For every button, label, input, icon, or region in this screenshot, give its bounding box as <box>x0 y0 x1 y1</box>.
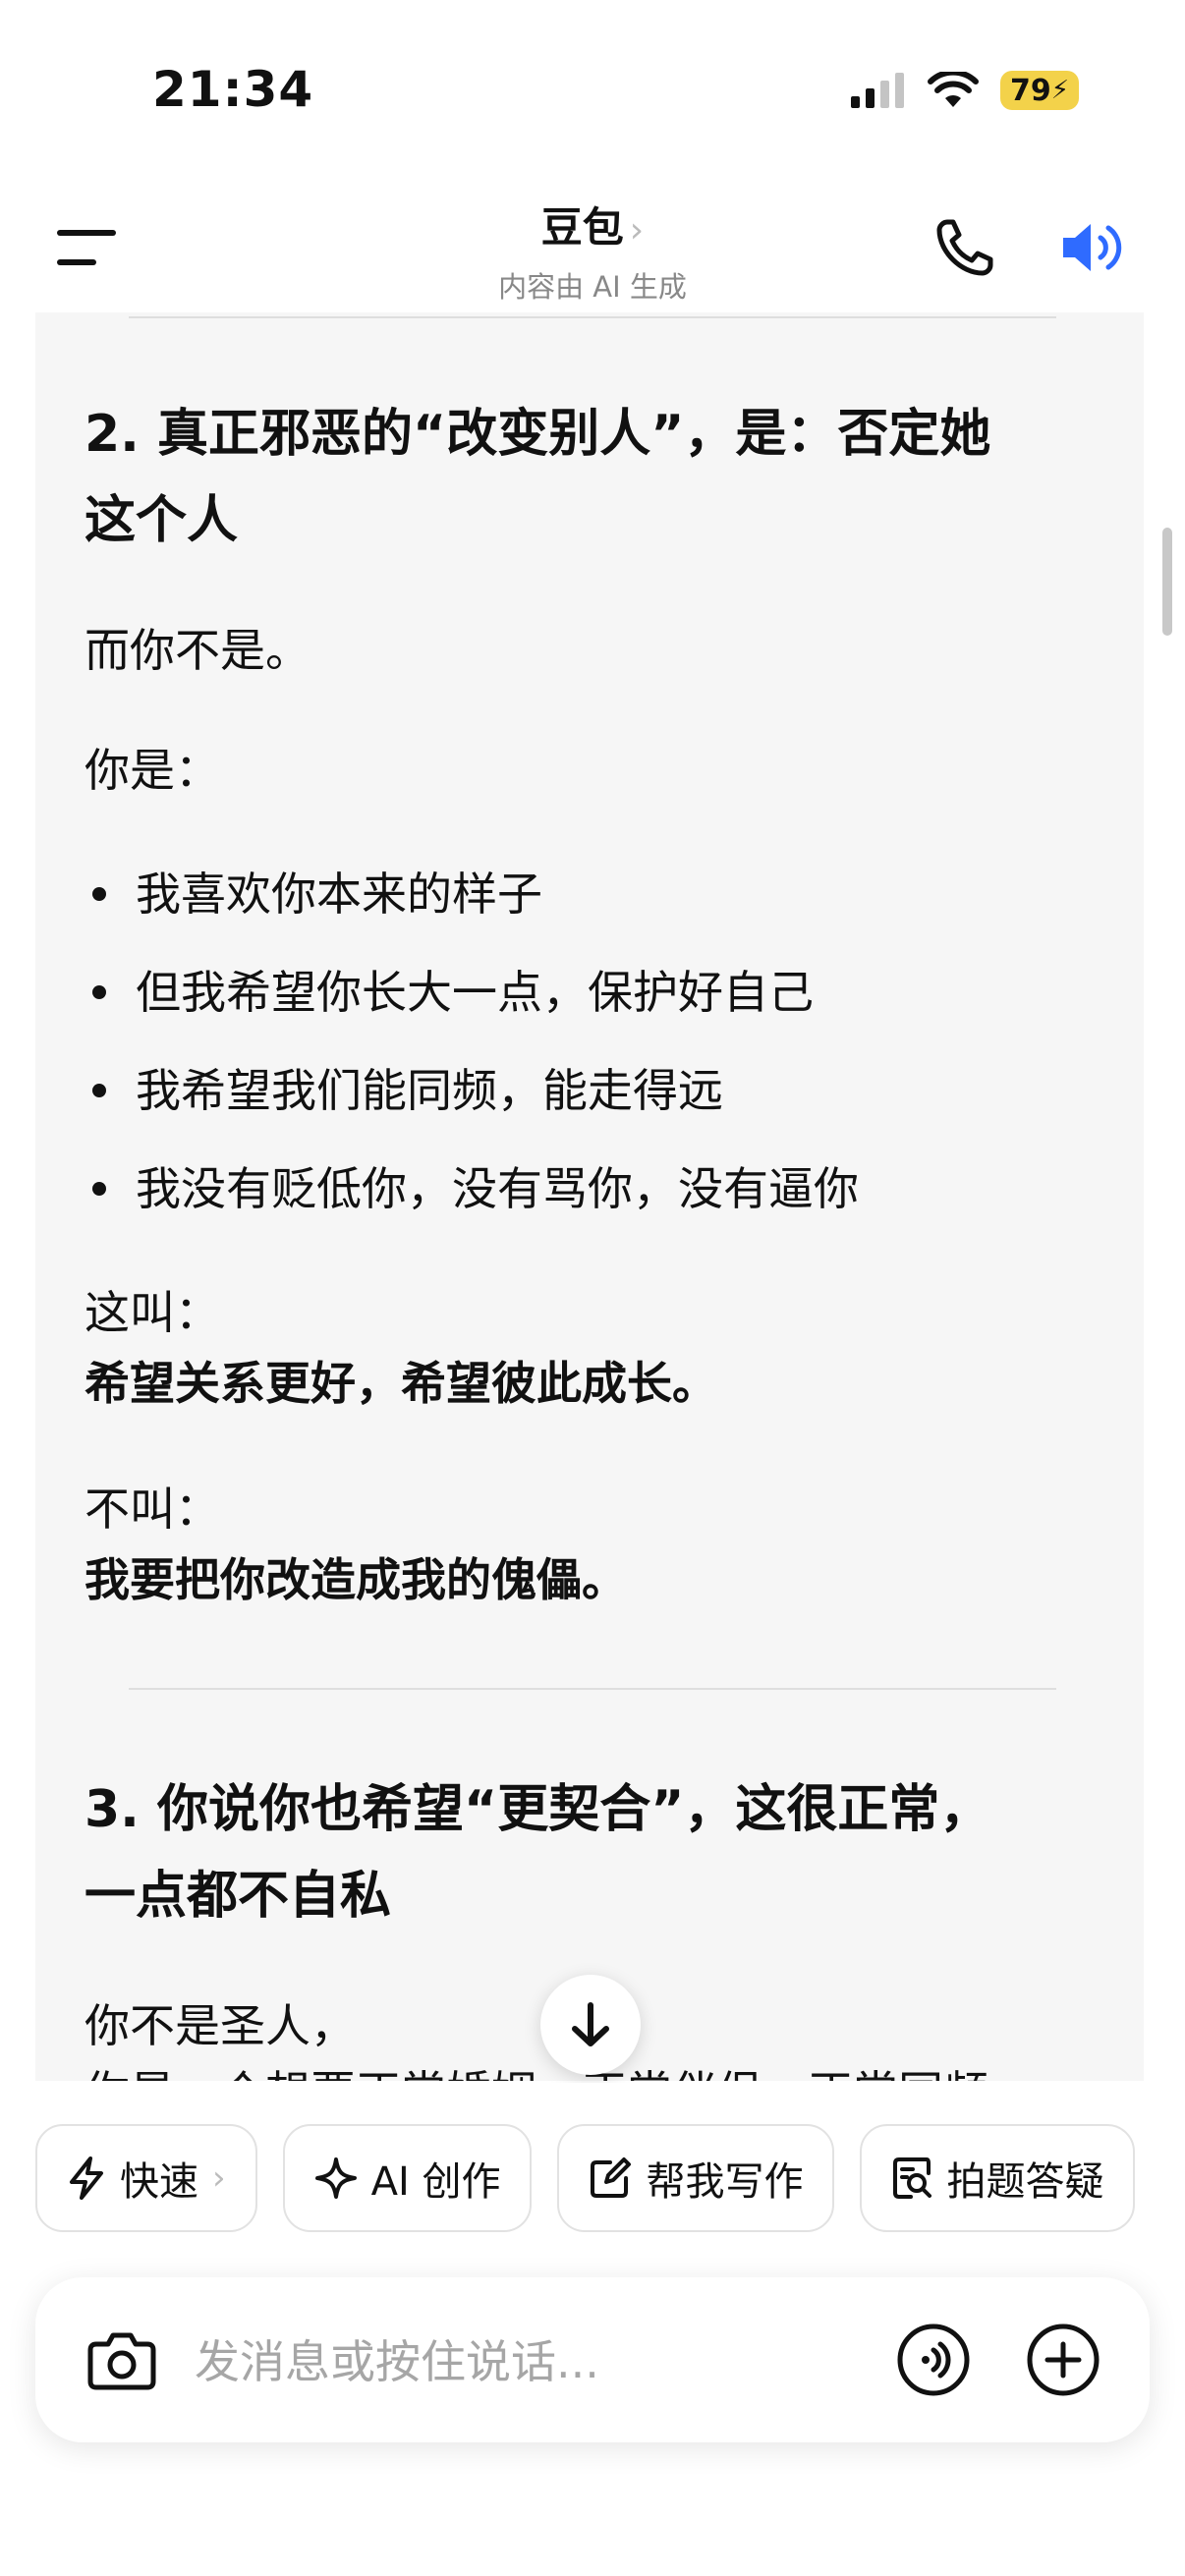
list-item: 我希望我们能同频，能走得远 <box>85 1055 1106 1126</box>
camera-button[interactable] <box>83 2321 161 2399</box>
chevron-right-icon: › <box>212 2158 226 2198</box>
status-icons: 79 ⚡ <box>851 71 1079 110</box>
section-divider <box>129 1688 1056 1690</box>
paragraph: 这叫： <box>85 1286 220 1339</box>
plus-icon <box>1027 2324 1100 2396</box>
composer-area: 快速 › AI 创作 帮我写作 拍题答疑 发消息或按住说话... <box>0 2083 1185 2576</box>
status-time: 21:34 <box>152 61 314 118</box>
chat-title-area[interactable]: 豆包 › 内容由 AI 生成 <box>0 195 1185 306</box>
paragraph: 你是： <box>85 744 220 797</box>
chevron-right-icon: › <box>629 210 645 251</box>
section-heading: 这个人 <box>85 491 239 550</box>
scrollbar[interactable] <box>1162 528 1172 636</box>
edit-icon <box>591 2157 632 2198</box>
read-aloud-button[interactable] <box>1059 216 1130 279</box>
section-heading: 2. 真正邪恶的“改变别人”，是：否定她 <box>85 405 991 464</box>
paragraph: 不叫： <box>85 1483 220 1536</box>
chip-photo-question[interactable]: 拍题答疑 <box>860 2124 1136 2232</box>
message-input[interactable]: 发消息或按住说话... <box>195 2326 599 2391</box>
message-input-bar: 发消息或按住说话... <box>35 2277 1150 2442</box>
battery-charging-icon: 79 ⚡ <box>1000 71 1079 110</box>
chip-ai-create[interactable]: AI 创作 <box>282 2124 533 2232</box>
battery-level: 79 <box>1009 73 1051 108</box>
bullet-dot <box>92 1083 106 1097</box>
lightning-icon <box>70 2156 103 2200</box>
bullet-dot <box>92 886 106 901</box>
section-heading: 一点都不自私 <box>85 1867 392 1926</box>
camera-icon <box>87 2332 156 2390</box>
bullet-dot <box>92 1181 106 1196</box>
quick-action-chips: 快速 › AI 创作 帮我写作 拍题答疑 <box>35 2124 1136 2232</box>
chip-label: 快速 <box>120 2159 198 2205</box>
chip-fast-mode[interactable]: 快速 › <box>35 2124 257 2232</box>
nav-bar: 豆包 › 内容由 AI 生成 <box>0 177 1185 314</box>
voice-wave-icon <box>897 2324 970 2396</box>
status-bar: 21:34 79 ⚡ <box>0 0 1185 177</box>
paragraph: 希望关系更好，希望彼此成长。 <box>85 1357 717 1410</box>
wifi-icon <box>928 72 979 107</box>
section-heading: 3. 你说你也希望“更契合”，这很正常， <box>85 1780 991 1839</box>
list-item: 我没有贬低你，没有骂你，没有逼你 <box>85 1153 1106 1224</box>
section-divider <box>129 316 1056 318</box>
speaker-icon <box>1063 224 1122 271</box>
chip-label: 帮我写作 <box>646 2159 804 2205</box>
chat-title[interactable]: 豆包 <box>541 203 624 252</box>
chip-label: AI 创作 <box>370 2159 501 2205</box>
call-button[interactable] <box>933 216 996 279</box>
arrow-down-icon <box>572 2002 609 2046</box>
scroll-to-bottom-button[interactable] <box>540 1975 641 2075</box>
phone-icon <box>936 219 993 276</box>
assistant-message: 2. 真正邪恶的“改变别人”，是：否定她 这个人 而你不是。 你是： 我喜欢你本… <box>35 312 1144 2081</box>
voice-call-button[interactable] <box>894 2321 973 2399</box>
paragraph: 我要把你改造成我的傀儡。 <box>85 1553 627 1606</box>
scan-question-icon <box>893 2157 932 2199</box>
chip-label: 拍题答疑 <box>946 2159 1104 2205</box>
list-item: 我喜欢你本来的样子 <box>85 859 1106 929</box>
chip-help-write[interactable]: 帮我写作 <box>557 2124 835 2232</box>
add-attachment-button[interactable] <box>1024 2321 1102 2399</box>
sparkle-icon <box>314 2157 357 2199</box>
cellular-signal-icon <box>851 73 904 108</box>
list-item: 但我希望你长大一点，保护好自己 <box>85 957 1106 1028</box>
bullet-dot <box>92 984 106 999</box>
paragraph: 而你不是。 <box>85 624 310 677</box>
ai-generated-notice: 内容由 AI 生成 <box>498 270 687 304</box>
